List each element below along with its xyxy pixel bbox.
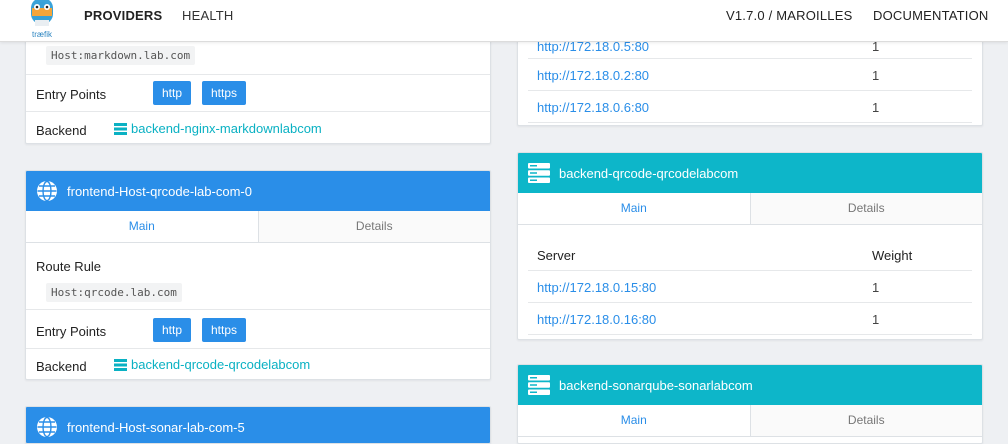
backend-link[interactable]: backend-nginx-markdownlabcom	[114, 121, 322, 136]
divider	[26, 309, 490, 310]
route-rule-value: Host:markdown.lab.com	[46, 46, 196, 65]
tab-details[interactable]: Details	[750, 193, 982, 224]
tab-bar: Main Details	[26, 211, 490, 243]
backend-link[interactable]: backend-qrcode-qrcodelabcom	[114, 357, 310, 372]
server-link[interactable]: http://172.18.0.15:80	[537, 280, 656, 295]
server-link[interactable]: http://172.18.0.16:80	[537, 312, 656, 327]
nav-providers[interactable]: PROVIDERS	[84, 8, 162, 23]
divider	[26, 74, 490, 75]
server-weight: 1	[872, 312, 880, 327]
card-header: backend-qrcode-qrcodelabcom	[518, 153, 982, 193]
card-title: frontend-Host-qrcode-lab-com-0	[67, 183, 252, 199]
card-title: frontend-Host-sonar-lab-com-5	[67, 419, 245, 435]
frontend-qrcode-card: frontend-Host-qrcode-lab-com-0 Main Deta…	[25, 170, 491, 380]
nav-version[interactable]: V1.7.0 / MAROILLES	[726, 8, 852, 23]
frontend-sonar-card: frontend-Host-sonar-lab-com-5	[25, 406, 491, 444]
globe-icon	[37, 180, 57, 202]
card-title: backend-qrcode-qrcodelabcom	[559, 165, 739, 181]
entry-point-https[interactable]: https	[202, 81, 247, 105]
backend-link-text: backend-nginx-markdownlabcom	[131, 121, 322, 136]
tab-bar: Main Details	[518, 405, 982, 437]
tab-details[interactable]: Details	[258, 211, 490, 242]
tab-main[interactable]: Main	[26, 211, 259, 242]
backend-sonarqube-card: backend-sonarqube-sonarlabcom Main Detai…	[517, 364, 983, 444]
tab-bar: Main Details	[518, 193, 982, 225]
top-navbar: træfik PROVIDERS HEALTH V1.7.0 / MAROILL…	[0, 0, 1008, 42]
entry-point-http[interactable]: http	[153, 318, 192, 342]
route-rule-label: Route Rule	[36, 259, 102, 274]
server-weight: 1	[872, 68, 880, 83]
divider	[26, 111, 490, 112]
server-weight: 1	[872, 280, 880, 295]
backend-link-text: backend-qrcode-qrcodelabcom	[131, 357, 311, 372]
tab-main[interactable]: Main	[518, 193, 751, 224]
tab-main[interactable]: Main	[518, 405, 751, 436]
backend-label: Backend	[36, 123, 87, 138]
entry-points-row: Entry Points http https	[36, 81, 490, 109]
server-weight: 1	[872, 100, 880, 115]
server-icon	[528, 163, 550, 183]
table-row: http://172.18.0.16:80 1	[528, 303, 972, 335]
tab-details[interactable]: Details	[750, 405, 982, 436]
backend-qrcode-card: backend-qrcode-qrcodelabcom Main Details…	[517, 152, 983, 340]
server-icon	[528, 375, 550, 395]
server-link[interactable]: http://172.18.0.6:80	[537, 100, 649, 115]
table-row: http://172.18.0.2:80 1	[528, 59, 972, 91]
header-server: Server	[537, 248, 576, 263]
route-rule-row: Host:qrcode.lab.com	[36, 283, 490, 302]
backend-label: Backend	[36, 359, 87, 374]
entry-point-http[interactable]: http	[153, 81, 192, 105]
route-rule-row: Host:markdown.lab.com	[36, 46, 490, 65]
card-header: frontend-Host-sonar-lab-com-5	[26, 407, 490, 443]
backend-row: Backend backend-nginx-markdownlabcom	[36, 121, 490, 141]
database-icon	[114, 358, 127, 371]
table-row: http://172.18.0.6:80 1	[528, 91, 972, 123]
globe-icon	[37, 416, 57, 438]
table-row: http://172.18.0.15:80 1	[528, 271, 972, 303]
server-link[interactable]: http://172.18.0.2:80	[537, 68, 649, 83]
entry-points-row: Entry Points http https	[36, 318, 490, 346]
divider	[26, 348, 490, 349]
card-title: backend-sonarqube-sonarlabcom	[559, 377, 753, 393]
card-header: backend-sonarqube-sonarlabcom	[518, 365, 982, 405]
logo-text: træfik	[32, 30, 52, 39]
entry-point-https[interactable]: https	[202, 318, 247, 342]
nav-health[interactable]: HEALTH	[182, 8, 234, 23]
nav-documentation[interactable]: DOCUMENTATION	[873, 8, 989, 23]
route-rule-value: Host:qrcode.lab.com	[46, 283, 182, 302]
header-weight: Weight	[872, 248, 913, 263]
table-header: Server Weight	[528, 239, 972, 271]
card-header: frontend-Host-qrcode-lab-com-0	[26, 171, 490, 211]
backend-row: Backend backend-qrcode-qrcodelabcom	[36, 357, 490, 377]
entry-points-label: Entry Points	[36, 87, 107, 102]
entry-points-label: Entry Points	[36, 324, 107, 339]
database-icon	[114, 122, 127, 135]
